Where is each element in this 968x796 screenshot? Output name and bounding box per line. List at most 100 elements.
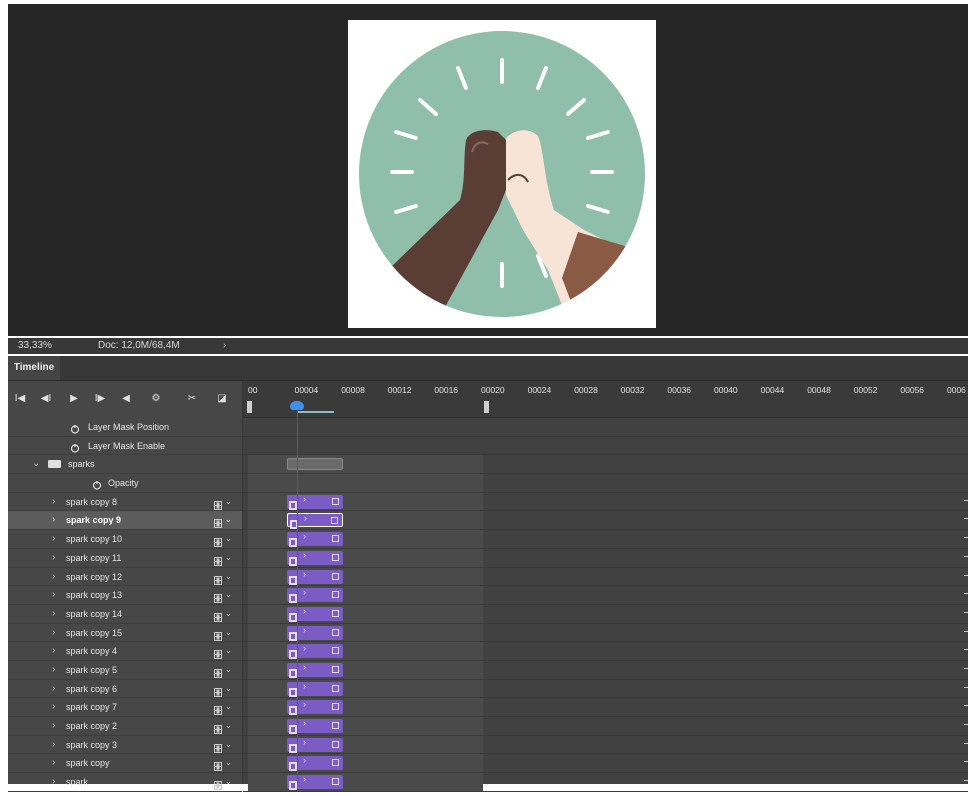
timeline-tracks[interactable]: 00 00004 00008 00012 00016 00020 00024 00028 000…: [243, 381, 968, 792]
chevron-right-icon[interactable]: ›: [52, 661, 55, 679]
chevron-down-icon[interactable]: ⌄: [225, 680, 232, 698]
film-strip-icon[interactable]: [214, 610, 222, 622]
chevron-right-icon[interactable]: ›: [303, 606, 306, 616]
chevron-right-icon[interactable]: ›: [52, 717, 55, 735]
layer-row[interactable]: › spark copy 8 ⌄: [8, 493, 242, 512]
stopwatch-icon[interactable]: [70, 422, 80, 434]
chevron-right-icon[interactable]: ›: [52, 624, 55, 642]
chevron-right-icon[interactable]: ›: [303, 737, 306, 747]
layer-clip[interactable]: ›: [287, 606, 343, 622]
track-row[interactable]: ›: [243, 567, 968, 587]
chevron-right-icon[interactable]: ›: [52, 773, 55, 791]
property-row[interactable]: Layer Mask Enable: [8, 437, 242, 456]
clip-end-icon[interactable]: [331, 517, 338, 525]
layer-row[interactable]: › spark copy 6 ⌄: [8, 680, 242, 699]
layer-clip[interactable]: ›: [287, 718, 343, 734]
layer-clip[interactable]: ›: [287, 737, 343, 753]
layer-row[interactable]: › spark copy ⌄: [8, 754, 242, 774]
split-scissors-button[interactable]: ✂: [184, 391, 200, 407]
work-area-end-handle[interactable]: [484, 401, 489, 413]
layer-clip[interactable]: ›: [287, 643, 343, 660]
chevron-right-icon[interactable]: ›: [52, 549, 55, 567]
chevron-right-icon[interactable]: ›: [304, 513, 307, 523]
track-row[interactable]: ›: [243, 492, 968, 512]
layer-row[interactable]: › spark copy 10 ⌄: [8, 530, 242, 549]
layer-clip[interactable]: ›: [287, 513, 343, 530]
work-area-start-handle[interactable]: [247, 401, 252, 413]
film-strip-icon[interactable]: [214, 554, 222, 566]
clip-end-icon[interactable]: [332, 535, 339, 543]
track-row[interactable]: ›: [243, 511, 968, 531]
property-row[interactable]: Layer Mask Position: [8, 418, 242, 437]
layer-clip[interactable]: ›: [287, 681, 343, 697]
clip-end-icon[interactable]: [332, 591, 339, 599]
layer-row[interactable]: › spark copy 2 ⌄: [8, 717, 242, 736]
track-row[interactable]: ›: [243, 586, 968, 605]
clip-end-icon[interactable]: [332, 722, 339, 729]
zoom-level[interactable]: 33,33%: [18, 338, 52, 354]
film-strip-icon[interactable]: [214, 535, 222, 548]
chevron-right-icon[interactable]: ›: [303, 699, 306, 709]
chevron-right-icon[interactable]: ›: [303, 718, 306, 728]
chevron-down-icon[interactable]: ⌄: [225, 717, 232, 735]
chevron-right-icon[interactable]: ›: [303, 569, 306, 579]
track-row[interactable]: ›: [243, 735, 968, 755]
layer-row[interactable]: › spark copy 14 ⌄: [8, 605, 242, 624]
track-row[interactable]: ›: [243, 642, 968, 661]
chevron-right-icon[interactable]: ›: [303, 587, 306, 597]
clip-end-icon[interactable]: [332, 553, 339, 561]
time-ruler[interactable]: 00 00004 00008 00012 00016 00020 00024 00028 000…: [243, 381, 968, 418]
track-row[interactable]: ›: [243, 604, 968, 624]
layer-clip[interactable]: ›: [287, 625, 343, 641]
layer-clip[interactable]: ›: [287, 494, 343, 510]
chevron-down-icon[interactable]: ⌄: [225, 605, 232, 623]
clip-end-icon[interactable]: [332, 759, 339, 767]
chevron-right-icon[interactable]: ›: [52, 680, 55, 698]
chevron-right-icon[interactable]: ›: [52, 511, 55, 529]
chevron-right-icon[interactable]: ›: [303, 755, 306, 765]
clip-end-icon[interactable]: [332, 572, 339, 580]
layer-clip[interactable]: ›: [287, 755, 343, 772]
chevron-right-icon[interactable]: ›: [303, 531, 306, 541]
film-strip-icon[interactable]: [214, 591, 222, 604]
layer-clip[interactable]: ›: [287, 587, 343, 604]
chevron-right-icon[interactable]: ›: [52, 736, 55, 754]
film-strip-icon[interactable]: [214, 741, 222, 753]
audio-button[interactable]: ◀: [118, 391, 134, 407]
chevron-down-icon[interactable]: ⌄: [225, 530, 232, 548]
track-row[interactable]: [243, 418, 968, 437]
track-row[interactable]: ›: [243, 623, 968, 643]
layer-row[interactable]: › spark copy 15 ⌄: [8, 624, 242, 643]
chevron-down-icon[interactable]: ⌄: [225, 586, 232, 604]
chevron-right-icon[interactable]: ›: [303, 494, 306, 504]
film-strip-icon[interactable]: [214, 703, 222, 716]
playhead-handle[interactable]: [290, 401, 304, 410]
chevron-down-icon[interactable]: ⌄: [225, 698, 232, 716]
track-row[interactable]: ›: [243, 754, 968, 774]
film-strip-icon[interactable]: [214, 759, 222, 772]
clip-end-icon[interactable]: [332, 740, 339, 748]
film-strip-icon[interactable]: [214, 647, 222, 660]
clip-end-icon[interactable]: [332, 778, 339, 786]
previous-frame-button[interactable]: ◀I: [38, 391, 54, 407]
layer-row[interactable]: › spark copy 3 ⌄: [8, 736, 242, 755]
tab-timeline[interactable]: Timeline: [8, 356, 60, 380]
chevron-right-icon[interactable]: ›: [52, 754, 55, 772]
layer-row[interactable]: › spark copy 9 ⌄: [8, 511, 242, 531]
film-strip-icon[interactable]: [214, 629, 222, 641]
track-row[interactable]: [243, 474, 968, 493]
clip-end-icon[interactable]: [332, 703, 339, 711]
film-strip-icon[interactable]: [214, 666, 222, 678]
chevron-right-icon[interactable]: ›: [52, 530, 55, 548]
layer-row[interactable]: › spark copy 11 ⌄: [8, 549, 242, 568]
chevron-right-icon[interactable]: ›: [52, 568, 55, 586]
clip-end-icon[interactable]: [332, 647, 339, 655]
film-strip-icon[interactable]: [214, 722, 222, 734]
chevron-right-icon[interactable]: ›: [303, 662, 306, 672]
layer-row[interactable]: › spark copy 4 ⌄: [8, 642, 242, 661]
chevron-down-icon[interactable]: ⌄: [225, 754, 232, 772]
group-row[interactable]: ⌄ sparks: [8, 455, 242, 475]
film-strip-icon[interactable]: [214, 498, 222, 510]
layer-clip[interactable]: ›: [287, 662, 343, 678]
transition-button[interactable]: ◪: [214, 391, 230, 407]
